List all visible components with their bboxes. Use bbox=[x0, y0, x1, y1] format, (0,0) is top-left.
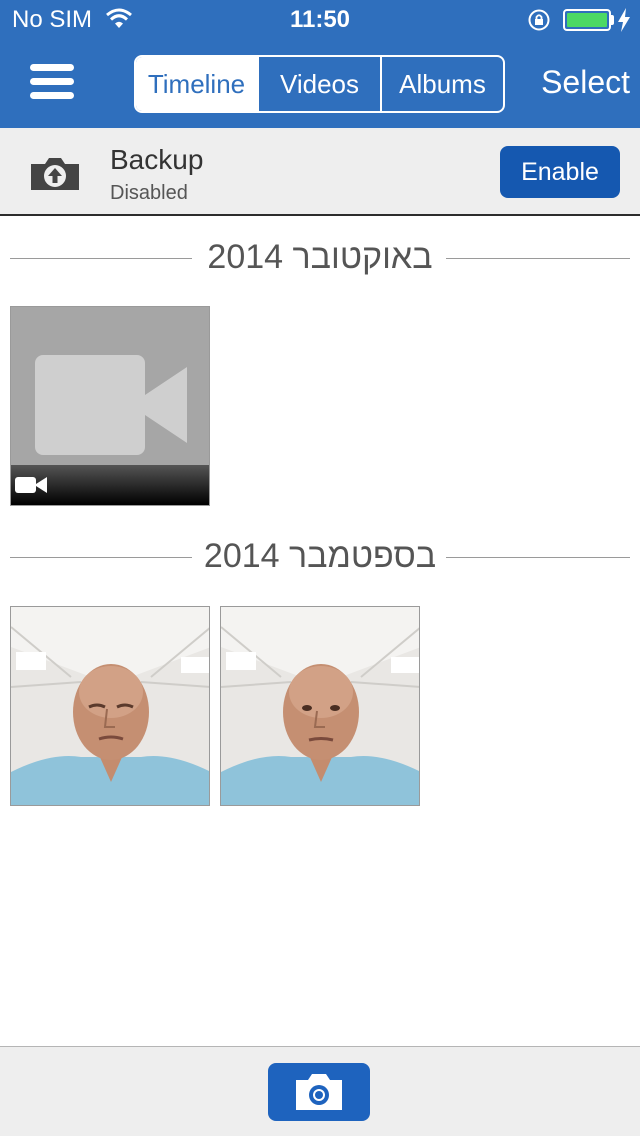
section-title: באוקטובר 2014 bbox=[207, 238, 433, 276]
photo-thumbnail[interactable] bbox=[220, 606, 420, 806]
charging-bolt-icon bbox=[618, 8, 630, 32]
app-header: No SIM 11:50 Timeline Videos Albums Sele… bbox=[0, 0, 640, 128]
hamburger-menu-icon bbox=[30, 64, 74, 71]
camera-button[interactable] bbox=[268, 1063, 370, 1121]
section-header: באוקטובר 2014 bbox=[10, 238, 630, 278]
backup-status: Disabled bbox=[110, 182, 188, 204]
section-header: בספטמבר 2014 bbox=[10, 537, 630, 577]
tab-timeline[interactable]: Timeline bbox=[136, 57, 257, 111]
status-bar: No SIM 11:50 bbox=[0, 0, 640, 40]
video-thumbnail[interactable] bbox=[10, 306, 210, 506]
enable-backup-button[interactable]: Enable bbox=[500, 146, 620, 198]
backup-banner: Backup Disabled Enable bbox=[0, 128, 640, 216]
tab-albums[interactable]: Albums bbox=[380, 57, 503, 111]
tab-videos[interactable]: Videos bbox=[257, 57, 380, 111]
menu-button[interactable] bbox=[30, 64, 74, 100]
video-info-bar bbox=[11, 465, 209, 505]
backup-title: Backup bbox=[110, 144, 204, 175]
video-placeholder-icon bbox=[35, 355, 187, 455]
rotation-lock-icon bbox=[528, 9, 550, 31]
photo-image bbox=[221, 607, 419, 805]
cloud-upload-icon bbox=[31, 158, 79, 190]
bottom-toolbar bbox=[0, 1046, 640, 1136]
photo-image bbox=[11, 607, 209, 805]
video-camera-icon bbox=[15, 477, 47, 493]
photo-thumbnail[interactable] bbox=[10, 606, 210, 806]
battery-icon bbox=[563, 9, 611, 31]
select-button[interactable]: Select bbox=[520, 64, 630, 104]
view-segmented-control: Timeline Videos Albums bbox=[134, 55, 505, 113]
section-title: בספטמבר 2014 bbox=[203, 537, 437, 575]
camera-icon bbox=[296, 1074, 342, 1110]
